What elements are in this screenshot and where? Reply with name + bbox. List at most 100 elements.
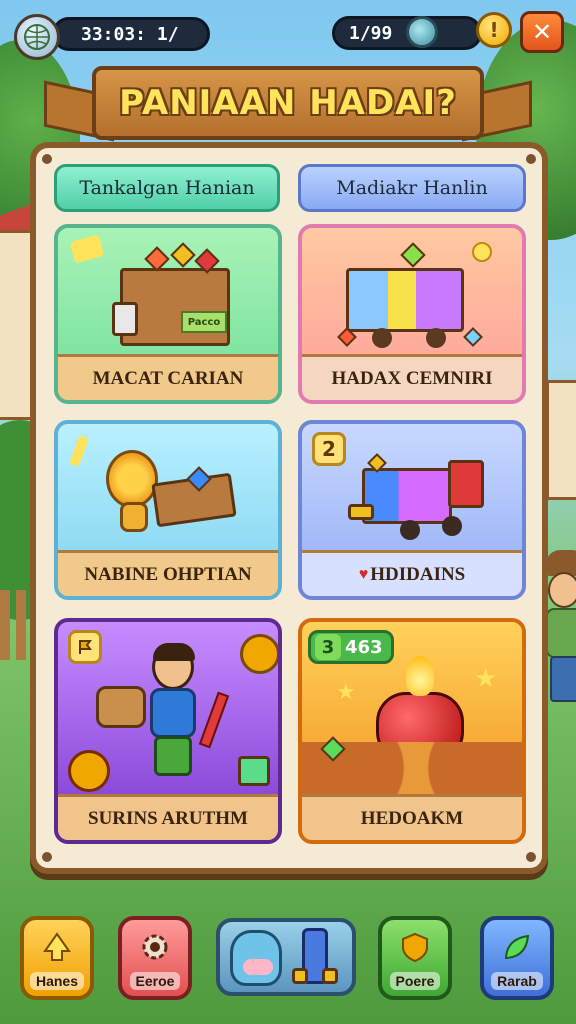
page-title: PANIAAN HADAI? bbox=[119, 83, 457, 123]
nav-button-power[interactable]: Poere bbox=[378, 916, 452, 1000]
item-card-crate[interactable]: Pacco MACAT CARIAN bbox=[54, 224, 282, 404]
flame-icon bbox=[406, 656, 434, 696]
nav-button-rewards[interactable]: Rarab bbox=[480, 916, 554, 1000]
gear-icon bbox=[136, 928, 174, 966]
torch-icon bbox=[198, 691, 230, 749]
sparkle-icon bbox=[69, 234, 105, 264]
small-machine-icon bbox=[112, 302, 138, 336]
nav-label: Hanes bbox=[29, 972, 85, 990]
lion-head-icon bbox=[106, 450, 158, 508]
coin-symbol: ! bbox=[489, 18, 499, 42]
level-badge: 2 bbox=[312, 432, 346, 466]
sun-badge-icon bbox=[240, 634, 278, 674]
panel-bolt bbox=[42, 154, 52, 164]
nav-label: Poere bbox=[389, 972, 441, 990]
card-label-text: MACAT CARIAN bbox=[92, 367, 244, 389]
nav-label: Eeroe bbox=[129, 972, 181, 990]
nav-button-home[interactable]: Hanes bbox=[20, 916, 94, 1000]
leaf-svg bbox=[504, 934, 530, 960]
wheel-icon bbox=[442, 516, 462, 536]
gold-block-icon bbox=[292, 968, 308, 984]
star-icon: ★ bbox=[474, 664, 498, 694]
villager-face bbox=[548, 572, 576, 608]
top-bar: 33:03: 1/ 1/99 ! ✕ bbox=[0, 0, 576, 70]
globe-icon[interactable] bbox=[14, 14, 60, 60]
flag-icon bbox=[79, 640, 92, 654]
item-card-lion[interactable]: NABINE OHPTIAN bbox=[54, 420, 282, 600]
card-label: HEDOAKM bbox=[302, 794, 522, 840]
card-label: SURINS ARUTHM bbox=[58, 794, 278, 840]
arrow-up-svg bbox=[43, 932, 71, 961]
sparkle-icon bbox=[69, 435, 89, 467]
item-card-toy-bus[interactable]: HADAX CEMNIRI bbox=[298, 224, 526, 404]
left-counter-pill: 33:03: 1/ bbox=[52, 17, 210, 51]
shield-svg bbox=[402, 932, 428, 963]
card-art bbox=[58, 622, 278, 798]
gold-block-icon bbox=[322, 968, 338, 984]
hero-head-icon bbox=[152, 643, 195, 690]
card-label: ♥ HDIDAINS bbox=[302, 550, 522, 596]
nav-center-characters[interactable] bbox=[216, 918, 356, 996]
truck-body-icon bbox=[362, 468, 452, 524]
score-chip-number: 3 bbox=[315, 634, 341, 660]
card-label: NABINE OHPTIAN bbox=[58, 550, 278, 596]
wheel-icon bbox=[426, 328, 446, 348]
item-card-bomb[interactable]: 3 463 ★ ★ HEDOAKM bbox=[298, 618, 526, 844]
score-chip: 3 463 bbox=[308, 630, 394, 664]
level-badge-text: 2 bbox=[322, 437, 336, 461]
star-icon: ★ bbox=[336, 680, 356, 705]
item-card-truck[interactable]: 2 ♥ HDIDAINS bbox=[298, 420, 526, 600]
hero-pants bbox=[154, 736, 192, 776]
nav-button-settings[interactable]: Eeroe bbox=[118, 916, 192, 1000]
shield-icon bbox=[396, 928, 434, 966]
item-card-adventurer[interactable]: SURINS ARUTHM bbox=[54, 618, 282, 844]
tab-label: Madiakr Hanlin bbox=[336, 177, 488, 199]
card-art: 3 463 ★ ★ bbox=[302, 622, 522, 798]
rank-badge-icon bbox=[68, 630, 102, 664]
gear-svg bbox=[142, 934, 168, 960]
wheel-icon bbox=[372, 328, 392, 348]
nav-label: Rarab bbox=[491, 972, 543, 990]
hex-badge-icon bbox=[68, 750, 110, 792]
crate-sticker: Pacco bbox=[181, 311, 227, 333]
truck-bumper-icon bbox=[348, 504, 374, 520]
card-label-text: SURINS ARUTHM bbox=[88, 807, 248, 829]
star-gem-icon bbox=[400, 242, 426, 268]
title-banner: PANIAAN HADAI? bbox=[44, 62, 532, 146]
toy-bus-icon bbox=[346, 268, 464, 332]
globe-grid-icon bbox=[24, 24, 50, 50]
card-label: MACAT CARIAN bbox=[58, 354, 278, 400]
bottom-navigation: Hanes Eeroe Poere Rarab bbox=[0, 904, 576, 1014]
creature-snout bbox=[243, 959, 273, 975]
lion-body-icon bbox=[120, 502, 148, 532]
coin-icon bbox=[472, 242, 492, 262]
card-art: 2 bbox=[302, 424, 522, 554]
card-art bbox=[302, 228, 522, 358]
left-counter-text: 33:03: 1/ bbox=[81, 23, 179, 45]
card-label-text: HADAX CEMNIRI bbox=[331, 367, 493, 389]
truck-cab-icon bbox=[448, 460, 484, 508]
banner-plate: PANIAAN HADAI? bbox=[92, 66, 484, 140]
heart-icon: ♥ bbox=[358, 565, 369, 583]
clock-icon bbox=[406, 16, 438, 48]
tab-label: Tankalgan Hanian bbox=[79, 177, 255, 199]
score-chip-value: 463 bbox=[345, 636, 383, 658]
close-button[interactable]: ✕ bbox=[520, 11, 564, 53]
blue-creature-icon bbox=[230, 930, 282, 986]
close-icon: ✕ bbox=[531, 18, 553, 46]
hero-shirt bbox=[150, 688, 196, 738]
villager-shirt bbox=[546, 608, 576, 658]
card-art bbox=[58, 424, 278, 554]
gem-icon bbox=[463, 327, 483, 347]
coin-info-button[interactable]: ! bbox=[476, 12, 512, 48]
main-panel: Tankalgan Hanian Madiakr Hanlin Pacco MA… bbox=[30, 142, 548, 874]
tab-second[interactable]: Madiakr Hanlin bbox=[298, 164, 526, 212]
card-label: HADAX CEMNIRI bbox=[302, 354, 522, 400]
card-label-text: HDIDAINS bbox=[370, 563, 466, 585]
hero-hair bbox=[153, 643, 195, 661]
green-cube-icon bbox=[238, 756, 270, 786]
panel-bolt bbox=[526, 852, 536, 862]
tab-first[interactable]: Tankalgan Hanian bbox=[54, 164, 280, 212]
card-label-text: HEDOAKM bbox=[360, 807, 464, 829]
wheel-icon bbox=[400, 520, 420, 540]
